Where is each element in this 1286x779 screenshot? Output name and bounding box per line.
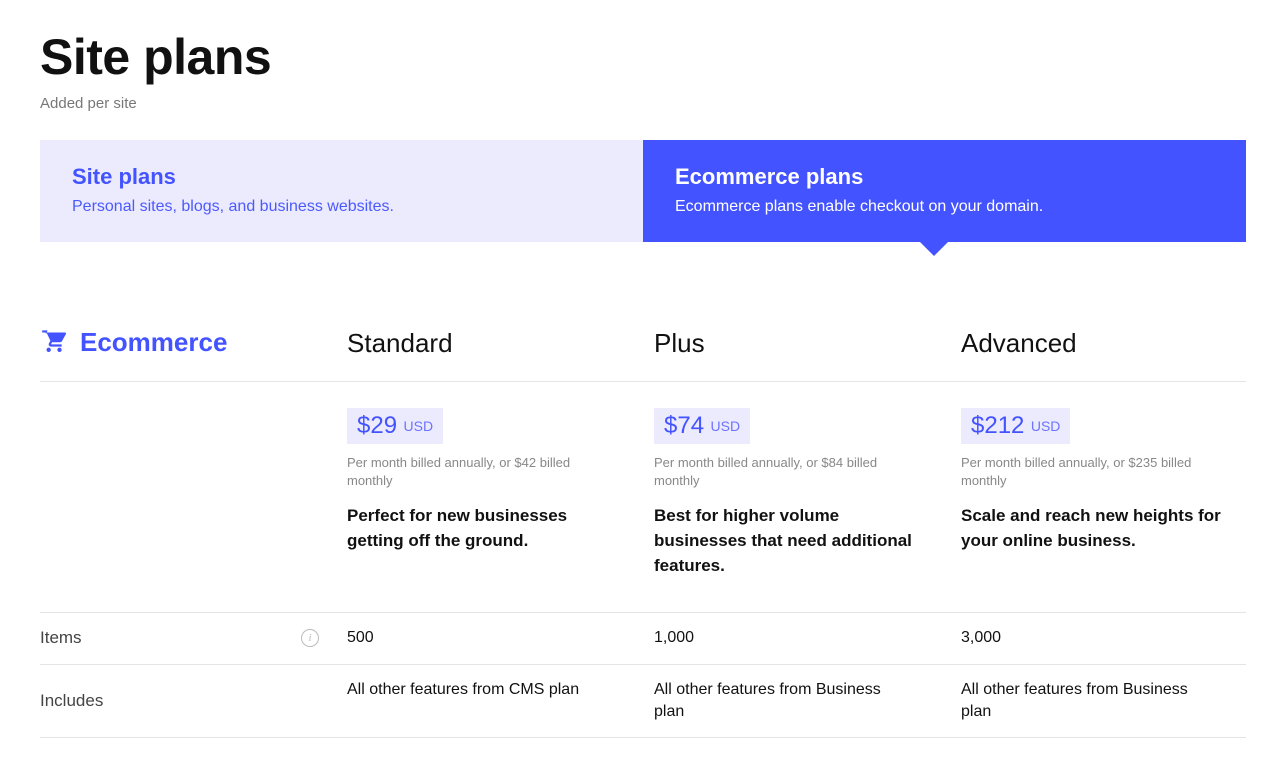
plan-name-advanced: Advanced: [961, 328, 1232, 359]
items-advanced: 3,000: [961, 613, 1231, 663]
price-amount-plus: $74: [664, 412, 704, 439]
plan-card-advanced: $212 USD Per month billed annually, or $…: [961, 382, 1246, 612]
info-icon[interactable]: i: [301, 629, 319, 647]
plan-name-plus: Plus: [654, 328, 947, 359]
includes-standard: All other features from CMS plan: [347, 665, 617, 738]
includes-label: Includes: [40, 691, 103, 711]
plan-name-standard: Standard: [347, 328, 640, 359]
price-currency-plus: USD: [711, 418, 741, 434]
plan-type-tabs: Site plans Personal sites, blogs, and bu…: [40, 140, 1246, 242]
pricing-table: Ecommerce Standard Plus Advanced $29 USD…: [40, 312, 1246, 738]
price-currency-advanced: USD: [1031, 418, 1061, 434]
tab-site-plans[interactable]: Site plans Personal sites, blogs, and bu…: [40, 140, 643, 242]
price-amount-advanced: $212: [971, 412, 1024, 439]
section-label-text: Ecommerce: [80, 327, 227, 358]
plan-blurb-standard: Perfect for new businesses getting off t…: [347, 504, 627, 553]
tab-ecommerce-plans-title: Ecommerce plans: [675, 164, 1214, 190]
plan-card-plus: $74 USD Per month billed annually, or $8…: [654, 382, 961, 612]
plan-card-standard: $29 USD Per month billed annually, or $4…: [347, 382, 654, 612]
section-label: Ecommerce: [40, 326, 227, 359]
plan-blurb-plus: Best for higher volume businesses that n…: [654, 504, 934, 578]
items-plus: 1,000: [654, 613, 924, 663]
price-chip-standard: $29 USD: [347, 408, 443, 444]
price-note-standard: Per month billed annually, or $42 billed…: [347, 454, 607, 490]
price-note-advanced: Per month billed annually, or $235 bille…: [961, 454, 1221, 490]
items-label: Items: [40, 628, 82, 648]
price-currency-standard: USD: [404, 418, 434, 434]
tab-ecommerce-plans[interactable]: Ecommerce plans Ecommerce plans enable c…: [643, 140, 1246, 242]
includes-advanced: All other features from Business plan: [961, 665, 1231, 738]
page-title: Site plans: [40, 30, 1246, 85]
cart-icon: [40, 326, 66, 359]
price-note-plus: Per month billed annually, or $84 billed…: [654, 454, 914, 490]
tab-ecommerce-plans-desc: Ecommerce plans enable checkout on your …: [675, 198, 1214, 216]
includes-row: Includes All other features from CMS pla…: [40, 665, 1246, 739]
price-chip-plus: $74 USD: [654, 408, 750, 444]
items-standard: 500: [347, 613, 617, 663]
tab-site-plans-desc: Personal sites, blogs, and business webs…: [72, 198, 611, 216]
items-row: Items i 500 1,000 3,000: [40, 613, 1246, 664]
table-header-row: Ecommerce Standard Plus Advanced: [40, 312, 1246, 382]
includes-plus: All other features from Business plan: [654, 665, 924, 738]
tab-site-plans-title: Site plans: [72, 164, 611, 190]
page-subtitle: Added per site: [40, 95, 1246, 112]
price-chip-advanced: $212 USD: [961, 408, 1070, 444]
plan-blurb-advanced: Scale and reach new heights for your onl…: [961, 504, 1232, 553]
price-amount-standard: $29: [357, 412, 397, 439]
pricing-row: $29 USD Per month billed annually, or $4…: [40, 382, 1246, 613]
